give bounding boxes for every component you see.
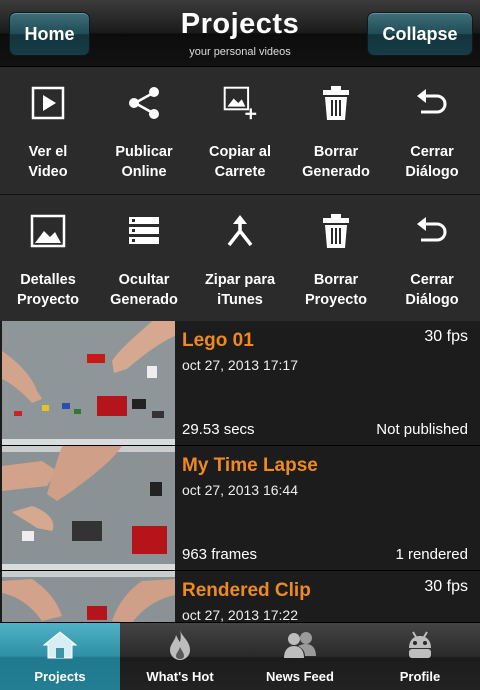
close-dialog-action[interactable]: Cerrar Diálogo — [384, 67, 480, 194]
android-icon — [402, 629, 438, 661]
tab-label: Projects — [34, 669, 86, 684]
publish-online-action[interactable]: Publicar Online — [96, 67, 192, 194]
zip-for-itunes-action[interactable]: Zipar para iTunes — [192, 195, 288, 322]
action-label: Publicar Online — [115, 144, 173, 180]
action-label: Borrar Generado — [302, 144, 370, 180]
merge-icon — [222, 213, 258, 249]
image-icon — [30, 213, 66, 249]
tab-label: Profile — [399, 669, 441, 684]
undo-icon — [414, 85, 450, 121]
page-subtitle: your personal videos — [189, 46, 291, 58]
tab-bar: Projects What's Hot News Feed Profile — [0, 622, 480, 690]
project-row[interactable]: My Time Lapse oct 27, 2013 16:44 963 fra… — [0, 446, 480, 571]
project-title: Lego 01 — [182, 330, 254, 351]
page-title: Projects — [180, 8, 300, 40]
people-icon — [282, 629, 318, 661]
flame-icon — [162, 629, 198, 661]
project-thumbnail — [2, 571, 175, 622]
server-icon — [126, 213, 162, 249]
tab-label: What's Hot — [146, 669, 214, 684]
action-label: Detalles Proyecto — [16, 272, 80, 308]
play-video-action[interactable]: Ver el Video — [0, 67, 96, 194]
project-fps: 30 fps — [424, 328, 468, 345]
tab-whats-hot[interactable]: What's Hot — [120, 623, 240, 690]
action-label: Copiar al Carrete — [208, 144, 272, 180]
collapse-button[interactable]: Collapse — [367, 12, 473, 56]
project-status: 1 rendered — [395, 546, 468, 563]
project-status: Not published — [376, 421, 468, 438]
project-date: oct 27, 2013 17:22 — [182, 607, 298, 622]
action-label: Cerrar Diálogo — [405, 272, 459, 308]
undo-icon — [414, 213, 450, 249]
delete-generated-action[interactable]: Borrar Generado — [288, 67, 384, 194]
project-title: My Time Lapse — [182, 455, 318, 476]
delete-project-action[interactable]: Borrar Proyecto — [288, 195, 384, 322]
trash-icon — [318, 213, 354, 249]
trash-icon — [318, 85, 354, 121]
action-label: Cerrar Diálogo — [405, 144, 459, 180]
project-length: 963 frames — [182, 546, 258, 563]
action-grid-row-2: Detalles Proyecto Ocultar Generado Zipar… — [0, 194, 480, 322]
project-details-action[interactable]: Detalles Proyecto — [0, 195, 96, 322]
project-row[interactable]: Rendered Clip 30 fps oct 27, 2013 17:22 — [0, 571, 480, 622]
close-dialog-action[interactable]: Cerrar Diálogo — [384, 195, 480, 322]
tab-label: News Feed — [266, 669, 334, 684]
action-label: Zipar para iTunes — [204, 272, 276, 308]
tab-projects[interactable]: Projects — [0, 623, 120, 690]
share-icon — [126, 85, 162, 121]
project-row[interactable]: Lego 01 30 fps oct 27, 2013 17:17 29.53 … — [0, 321, 480, 446]
image-add-icon — [222, 85, 258, 121]
project-list[interactable]: Lego 01 30 fps oct 27, 2013 17:17 29.53 … — [0, 321, 480, 622]
copy-to-roll-action[interactable]: Copiar al Carrete — [192, 67, 288, 194]
action-label: Borrar Proyecto — [304, 272, 368, 308]
action-grid-row-1: Ver el Video Publicar Online Copiar al C… — [0, 67, 480, 194]
project-thumbnail — [2, 321, 175, 445]
project-date: oct 27, 2013 16:44 — [182, 482, 298, 498]
project-length: 29.53 secs — [182, 421, 255, 438]
project-fps: 30 fps — [424, 578, 468, 595]
action-label: Ocultar Generado — [110, 272, 178, 308]
project-date: oct 27, 2013 17:17 — [182, 357, 298, 373]
hide-generated-action[interactable]: Ocultar Generado — [96, 195, 192, 322]
play-icon — [30, 85, 66, 121]
action-label: Ver el Video — [28, 144, 68, 180]
home-button[interactable]: Home — [9, 12, 90, 56]
project-thumbnail — [2, 446, 175, 570]
house-icon — [42, 629, 78, 661]
project-title: Rendered Clip — [182, 580, 311, 601]
tab-news-feed[interactable]: News Feed — [240, 623, 360, 690]
header-bar: Home Projects your personal videos Colla… — [0, 0, 480, 67]
tab-profile[interactable]: Profile — [360, 623, 480, 690]
